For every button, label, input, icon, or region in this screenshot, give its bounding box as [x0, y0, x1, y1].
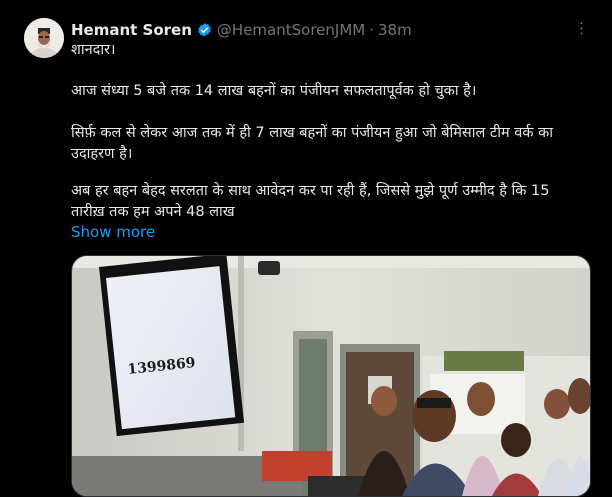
separator-dot: ·: [369, 21, 374, 39]
tweet-paragraph: सिर्फ़ कल से लेकर आज तक में ही 7 लाख बहन…: [71, 125, 553, 162]
show-more-link[interactable]: Show more: [71, 222, 155, 243]
tweet-header: Hemant Soren @HemantSorenJMM · 38m: [71, 19, 582, 41]
tweet-media-video[interactable]: 1399869: [71, 255, 591, 497]
more-options-icon[interactable]: ⋮: [574, 20, 590, 36]
tweet[interactable]: Hemant Soren @HemantSorenJMM · 38m ⋮ शान…: [0, 0, 612, 497]
tweet-paragraph: शानदार।: [71, 42, 116, 58]
author-avatar[interactable]: [24, 18, 64, 58]
verified-badge-icon: [196, 22, 213, 39]
author-handle[interactable]: @HemantSorenJMM: [217, 19, 365, 41]
tweet-paragraph: अब हर बहन बेहद सरलता के साथ आवेदन कर पा …: [71, 183, 550, 220]
author-name[interactable]: Hemant Soren: [71, 19, 192, 41]
tweet-paragraph: आज संध्या 5 बजे तक 14 लाख बहनों का पंजीय…: [71, 83, 477, 99]
tweet-timestamp[interactable]: 38m: [378, 19, 412, 41]
